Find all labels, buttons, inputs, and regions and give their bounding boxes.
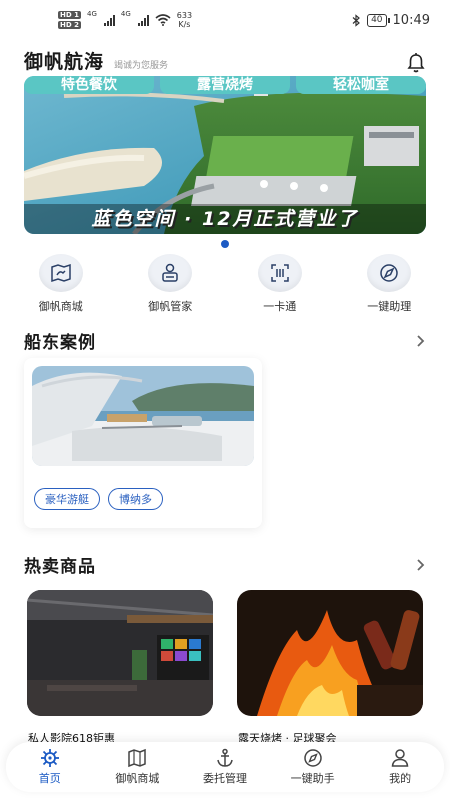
clock: 10:49 [392,12,430,28]
nav-profile[interactable]: 我的 [357,748,443,786]
bluetooth-icon [352,13,360,27]
hot-section-title: 热卖商品 [24,557,96,577]
signal-icon-2 [137,14,149,26]
battery-icon: 40 [367,13,391,27]
quick-action-card[interactable]: 一卡通 [230,254,330,314]
chevron-right-icon[interactable] [416,558,426,571]
product-image [27,590,213,716]
hot-section-header[interactable]: 热卖商品 [24,552,426,577]
status-bar: HD 1 HD 2 4G 4G 633 K/s 40 10:49 [0,0,450,40]
pagination-dot-active[interactable] [221,240,229,248]
case-tags: 豪华游艇 博纳多 [34,488,163,510]
nav-label: 一键助手 [290,772,335,785]
anchor-icon [217,748,233,767]
butler-icon [148,254,193,292]
nav-label: 首页 [38,772,61,785]
cases-section-header[interactable]: 船东案例 [24,328,426,353]
app-header: 御帆航海 竭诚为您服务 [0,42,450,74]
case-tag[interactable]: 豪华游艇 [34,488,100,510]
nav-label: 委托管理 [202,772,247,785]
sim-indicator: HD 1 HD 2 [58,10,81,30]
net2-label: 4G [120,10,131,18]
banner-label: 露营烧烤 [160,76,290,94]
signal-icon [103,14,115,26]
quick-action-butler[interactable]: 御帆管家 [120,254,220,314]
quick-action-label: 一键助理 [367,300,412,313]
case-image [32,366,254,466]
banner-label: 特色餐饮 [24,76,154,94]
nav-assistant[interactable]: 一键助手 [270,748,356,786]
status-right: 40 10:49 [352,13,430,28]
banner-category-strip: 特色餐饮 露营烧烤 轻松咖室 [24,76,426,94]
bell-icon[interactable] [406,52,426,74]
bottom-nav: 首页 御帆商城 委托管理 一键助手 我的 [6,742,444,792]
nav-home[interactable]: 首页 [7,748,93,786]
scan-icon [257,254,302,292]
app-subtitle: 竭诚为您服务 [114,61,169,71]
sim2-label: HD 2 [58,21,81,29]
banner-caption: 蓝色空间 · 12月正式营业了 [24,204,426,234]
product-card[interactable]: 私人影院618钜惠 [24,590,220,746]
compass-icon [303,749,322,767]
quick-action-label: 御帆管家 [148,300,193,313]
net1-label: 4G [86,10,97,18]
chevron-right-icon[interactable] [416,334,426,347]
product-image [237,590,423,716]
cases-section-title: 船东案例 [24,333,96,353]
quick-actions: 御帆商城 御帆管家 一卡通 一键助理 [0,254,450,314]
speed-unit: K/s [178,20,191,29]
user-icon [391,749,409,767]
app-title: 御帆航海 [24,51,105,73]
quick-action-mall[interactable]: 御帆商城 [11,254,111,314]
helm-icon [40,749,59,767]
case-tag[interactable]: 博纳多 [108,488,163,510]
nav-commission[interactable]: 委托管理 [182,748,268,786]
nav-label: 我的 [389,772,412,785]
banner-label: 轻松咖室 [296,76,426,94]
status-left: HD 1 HD 2 4G 4G 633 K/s [58,10,192,30]
sim1-label: HD 1 [58,11,81,19]
hot-products: 私人影院618钜惠 露天烧烤 · 足球聚会 [24,590,430,746]
compass-icon [367,254,412,292]
promo-banner[interactable]: 特色餐饮 露营烧烤 轻松咖室 蓝色空间 · 12月正式营业了 [24,76,426,234]
map-icon [128,748,147,768]
speed-value: 633 [176,11,193,20]
nav-label: 御帆商城 [115,772,160,785]
nav-mall[interactable]: 御帆商城 [94,748,180,786]
product-card[interactable]: 露天烧烤 · 足球聚会 [234,590,430,746]
network-speed: 633 K/s [177,11,192,29]
quick-action-label: 御帆商城 [38,300,83,313]
quick-action-assistant[interactable]: 一键助理 [339,254,439,314]
map-icon [38,254,83,292]
quick-action-label: 一卡通 [263,300,297,313]
case-card[interactable]: 豪华游艇 博纳多 [24,358,262,528]
wifi-icon [155,14,171,26]
banner-pagination [0,240,450,248]
